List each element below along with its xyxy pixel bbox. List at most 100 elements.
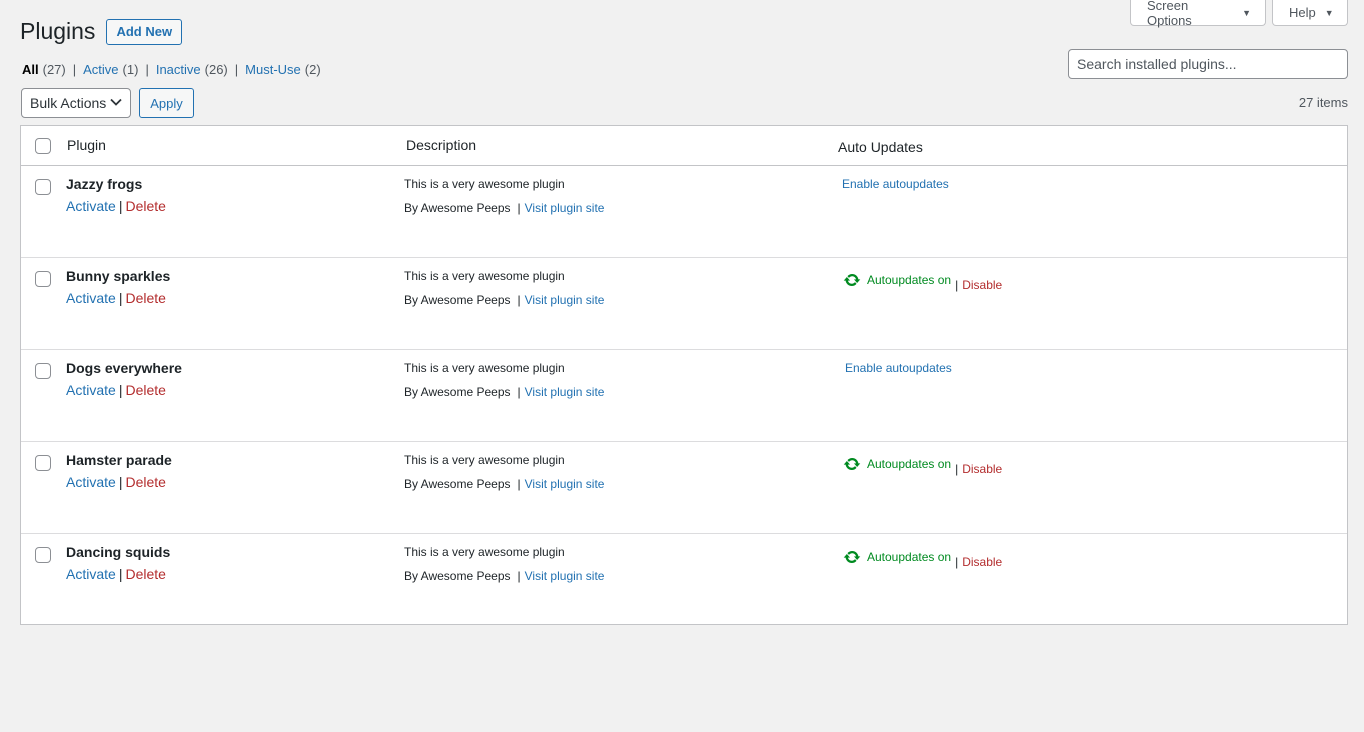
status-filters: All (27) | Active (1) | Inactive (26) | …: [22, 62, 321, 77]
bulk-actions-select[interactable]: Bulk Actions: [21, 88, 131, 118]
autoupdates-on-status: Autoupdates on: [843, 455, 951, 473]
help-button[interactable]: Help ▼: [1272, 0, 1348, 26]
screen-options-button[interactable]: Screen Options ▼: [1130, 0, 1266, 28]
activate-link[interactable]: Activate: [66, 290, 116, 306]
column-description: Description: [406, 137, 477, 153]
plugin-author: By Awesome Peeps: [404, 385, 511, 399]
disable-autoupdates-link[interactable]: Disable: [962, 555, 1002, 569]
filter-must-use-count: (2): [304, 62, 321, 77]
enable-autoupdates-link[interactable]: Enable autoupdates: [842, 177, 949, 191]
autoupdates-on-status: Autoupdates on: [843, 271, 951, 289]
plugin-name: Bunny sparkles: [66, 268, 171, 284]
help-label: Help: [1289, 5, 1316, 20]
update-icon: [843, 550, 861, 564]
caret-down-icon: ▼: [1242, 7, 1251, 18]
plugin-byline: By Awesome Peeps | Visit plugin site: [404, 477, 605, 491]
items-count: 27 items: [1298, 95, 1348, 110]
autoupdates-on-label: Autoupdates on: [867, 273, 952, 287]
activate-link[interactable]: Activate: [66, 198, 116, 214]
activate-link[interactable]: Activate: [66, 474, 116, 490]
update-icon: [843, 273, 861, 287]
disable-autoupdates-link[interactable]: Disable: [962, 278, 1002, 292]
plugin-byline: By Awesome Peeps | Visit plugin site: [404, 385, 605, 399]
enable-autoupdates-link[interactable]: Enable autoupdates: [845, 361, 952, 375]
plugin-description: This is a very awesome plugin: [404, 545, 565, 559]
plugins-table: Plugin Description Auto Updates Jazzy fr…: [20, 125, 1348, 625]
auto-updates-cell: Autoupdates on | Disable: [843, 548, 1002, 569]
plugin-description: This is a very awesome plugin: [404, 177, 565, 191]
delete-link[interactable]: Delete: [125, 382, 165, 398]
activate-link[interactable]: Activate: [66, 566, 116, 582]
column-auto-updates: Auto Updates: [838, 139, 923, 155]
chevron-down-icon: [110, 97, 122, 109]
plugin-byline: By Awesome Peeps | Visit plugin site: [404, 569, 605, 583]
row-actions: Activate | Delete: [66, 382, 166, 398]
row-checkbox[interactable]: [35, 271, 51, 287]
visit-plugin-site-link[interactable]: Visit plugin site: [525, 569, 605, 583]
visit-plugin-site-link[interactable]: Visit plugin site: [525, 385, 605, 399]
add-new-button[interactable]: Add New: [106, 18, 183, 45]
filter-all-count: (27): [42, 62, 66, 77]
apply-button[interactable]: Apply: [139, 88, 194, 118]
visit-plugin-site-link[interactable]: Visit plugin site: [525, 477, 605, 491]
row-actions: Activate | Delete: [66, 198, 166, 214]
disable-autoupdates-link[interactable]: Disable: [962, 462, 1002, 476]
delete-link[interactable]: Delete: [125, 198, 165, 214]
auto-updates-cell: Autoupdates on | Disable: [843, 455, 1002, 476]
table-row: Hamster parade Activate | Delete This is a…: [21, 442, 1347, 534]
filter-active[interactable]: Active: [83, 62, 118, 77]
activate-link[interactable]: Activate: [66, 382, 116, 398]
row-actions: Activate | Delete: [66, 290, 166, 306]
filter-separator: |: [234, 62, 239, 77]
autoupdates-on-label: Autoupdates on: [867, 457, 952, 471]
table-header: Plugin Description Auto Updates: [21, 126, 1347, 166]
filter-inactive-count: (26): [204, 62, 228, 77]
visit-plugin-site-link[interactable]: Visit plugin site: [525, 201, 605, 215]
table-row: Dancing squids Activate | Delete This is a…: [21, 534, 1347, 626]
tablenav-top: Bulk Actions Apply: [21, 88, 194, 118]
page-header: Plugins Add New: [20, 17, 183, 46]
search-plugins-input[interactable]: [1068, 49, 1348, 79]
plugin-name: Dancing squids: [66, 544, 171, 560]
plugin-author: By Awesome Peeps: [404, 293, 511, 307]
table-row: Dogs everywhere Activate | Delete This is …: [21, 350, 1347, 442]
screen-meta-links: Screen Options ▼ Help ▼: [1130, 0, 1348, 28]
filter-separator: |: [145, 62, 149, 77]
table-row: Jazzy frogs Activate | Delete This is a ve…: [21, 166, 1347, 258]
delete-link[interactable]: Delete: [125, 474, 165, 490]
plugin-description: This is a very awesome plugin: [404, 361, 565, 375]
row-checkbox[interactable]: [35, 179, 51, 195]
plugin-description: This is a very awesome plugin: [404, 269, 565, 283]
filter-must-use[interactable]: Must-Use: [245, 62, 301, 77]
plugin-name: Jazzy frogs: [66, 176, 143, 192]
plugin-author: By Awesome Peeps: [404, 569, 511, 583]
visit-plugin-site-link[interactable]: Visit plugin site: [525, 293, 605, 307]
auto-updates-cell: Enable autoupdates: [845, 361, 952, 375]
delete-link[interactable]: Delete: [125, 290, 165, 306]
caret-down-icon: ▼: [1324, 7, 1334, 18]
autoupdates-on-label: Autoupdates on: [867, 550, 952, 564]
plugin-byline: By Awesome Peeps | Visit plugin site: [404, 293, 605, 307]
row-checkbox[interactable]: [35, 547, 51, 563]
plugin-name: Hamster parade: [66, 452, 172, 468]
plugin-description: This is a very awesome plugin: [404, 453, 565, 467]
delete-link[interactable]: Delete: [125, 566, 165, 582]
filter-inactive[interactable]: Inactive: [156, 62, 201, 77]
plugin-name: Dogs everywhere: [66, 360, 182, 376]
plugin-author: By Awesome Peeps: [404, 477, 511, 491]
row-actions: Activate | Delete: [66, 474, 166, 490]
select-all-checkbox[interactable]: [35, 138, 51, 154]
row-checkbox[interactable]: [35, 363, 51, 379]
filter-separator: |: [72, 62, 77, 77]
filter-active-count: (1): [122, 62, 139, 77]
update-icon: [843, 457, 861, 471]
screen-options-label: Screen Options: [1147, 0, 1192, 28]
column-plugin[interactable]: Plugin: [67, 137, 106, 153]
row-checkbox[interactable]: [35, 455, 51, 471]
auto-updates-cell: Enable autoupdates: [842, 177, 949, 191]
table-row: Bunny sparkles Activate | Delete This is a…: [21, 258, 1347, 350]
plugin-author: By Awesome Peeps: [404, 201, 511, 215]
filter-all[interactable]: All: [22, 62, 39, 77]
autoupdates-on-status: Autoupdates on: [843, 548, 951, 566]
page-title: Plugins: [20, 18, 96, 44]
